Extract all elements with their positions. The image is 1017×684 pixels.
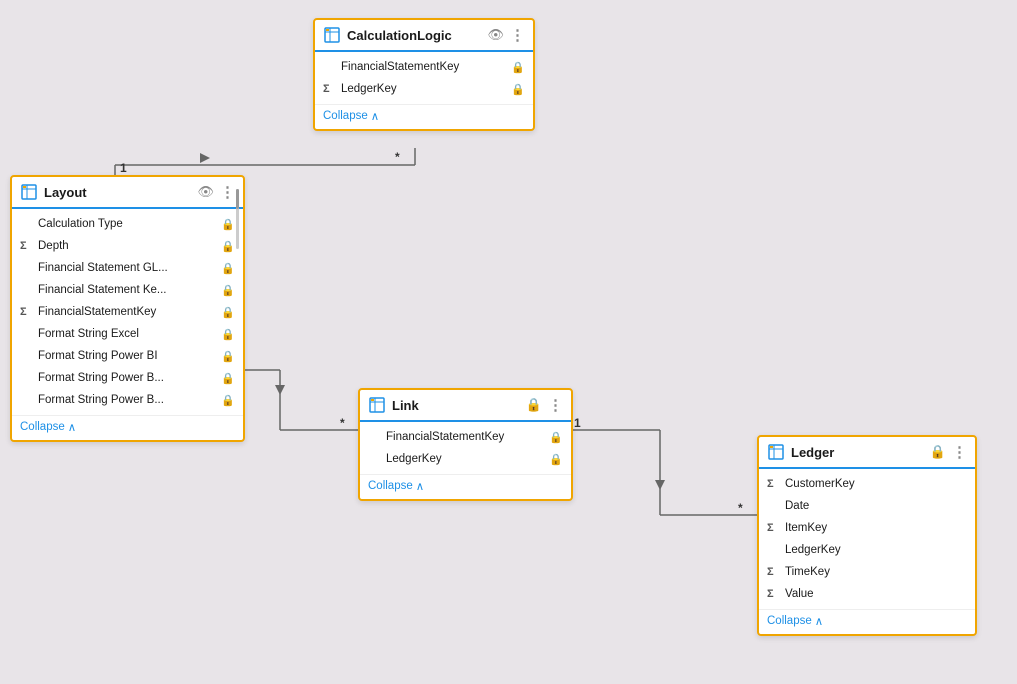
lock-icon-2: 🔒	[511, 83, 525, 96]
entity-link: Link 🔒 ⋮ FinancialStatementKey 🔒 LedgerK…	[358, 388, 573, 501]
eye-icon-link[interactable]: 🔒	[526, 397, 542, 413]
entity-layout: Layout 👁 ⋮ Calculation Type 🔒 Σ Depth 🔒	[10, 175, 245, 442]
cardinality-layout-top: 1	[120, 161, 127, 175]
table-icon-link	[368, 396, 386, 414]
more-icon-calculationlogic[interactable]: ⋮	[510, 26, 525, 44]
field-financialstatementkey-link: FinancialStatementKey 🔒	[360, 426, 571, 448]
entity-link-body: FinancialStatementKey 🔒 LedgerKey 🔒	[360, 422, 571, 474]
lock-icon-link-1: 🔒	[549, 431, 563, 444]
entity-layout-title: Layout	[44, 185, 191, 200]
entity-calculationlogic-header: CalculationLogic 👁 ⋮	[315, 20, 533, 52]
lock-icon-ke: 🔒	[221, 284, 235, 297]
field-format-powerb1: Format String Power B... 🔒	[12, 367, 243, 389]
lock-icon-fpb3: 🔒	[221, 394, 235, 407]
field-name-ledgerkey: LedgerKey	[341, 83, 503, 95]
eye-icon-layout[interactable]: 👁	[197, 184, 214, 200]
header-actions-layout: 👁 ⋮	[197, 183, 235, 201]
cardinality-calc-top: *	[395, 150, 400, 164]
field-depth: Σ Depth 🔒	[12, 235, 243, 257]
more-icon-layout[interactable]: ⋮	[220, 183, 235, 201]
table-icon-ledger	[767, 443, 785, 461]
cardinality-ledger-left: *	[738, 501, 743, 515]
lock-icon-fpb: 🔒	[221, 350, 235, 363]
field-financial-gl: Financial Statement GL... 🔒	[12, 257, 243, 279]
entity-layout-body: Calculation Type 🔒 Σ Depth 🔒 Financial S…	[12, 209, 243, 415]
lock-icon-ct: 🔒	[221, 218, 235, 231]
eye-icon-calculationlogic[interactable]: 👁	[487, 27, 504, 43]
scroll-bar	[236, 189, 239, 209]
field-financialstatementkey-calc: FinancialStatementKey 🔒	[315, 56, 533, 78]
field-ledgerkey-ledger: LedgerKey	[759, 539, 975, 561]
field-prefix-sigma: Σ	[323, 83, 337, 95]
chevron-up-icon-link: ∧	[416, 479, 424, 493]
entity-calculationlogic-body: FinancialStatementKey 🔒 Σ LedgerKey 🔒	[315, 52, 533, 104]
field-name: FinancialStatementKey	[341, 61, 503, 73]
field-value: Σ Value	[759, 583, 975, 605]
table-icon	[323, 26, 341, 44]
field-ledgerkey-calc: Σ LedgerKey 🔒	[315, 78, 533, 100]
entity-ledger-title: Ledger	[791, 445, 924, 460]
chevron-up-icon: ∧	[371, 109, 379, 123]
eye-icon-ledger[interactable]: 🔒	[930, 444, 946, 460]
field-format-powerb2: Format String Power B... 🔒	[12, 389, 243, 411]
cardinality-link-left: *	[340, 416, 345, 430]
more-icon-ledger[interactable]: ⋮	[952, 443, 967, 461]
lock-icon-fsk: 🔒	[221, 306, 235, 319]
field-customerkey: Σ CustomerKey	[759, 473, 975, 495]
field-timekey: Σ TimeKey	[759, 561, 975, 583]
scroll-indicator	[236, 189, 239, 249]
entity-ledger: Ledger 🔒 ⋮ Σ CustomerKey Date Σ ItemKey	[757, 435, 977, 636]
field-format-powerbi: Format String Power BI 🔒	[12, 345, 243, 367]
collapse-layout[interactable]: Collapse ∧	[20, 420, 235, 434]
cardinality-link-right: 1	[574, 416, 581, 430]
field-itemkey: Σ ItemKey	[759, 517, 975, 539]
lock-icon: 🔒	[511, 61, 525, 74]
entity-ledger-body: Σ CustomerKey Date Σ ItemKey LedgerKey Σ	[759, 469, 975, 609]
field-calculation-type: Calculation Type 🔒	[12, 213, 243, 235]
lock-icon-fpb2: 🔒	[221, 372, 235, 385]
entity-link-footer: Collapse ∧	[360, 474, 571, 499]
entity-ledger-header: Ledger 🔒 ⋮	[759, 437, 975, 469]
entity-ledger-footer: Collapse ∧	[759, 609, 975, 634]
table-icon-layout	[20, 183, 38, 201]
header-actions-calculationlogic: 👁 ⋮	[487, 26, 525, 44]
collapse-calculationlogic[interactable]: Collapse ∧	[323, 109, 525, 123]
entity-calculationlogic-footer: Collapse ∧	[315, 104, 533, 129]
header-actions-ledger: 🔒 ⋮	[930, 443, 967, 461]
entity-layout-header: Layout 👁 ⋮	[12, 177, 243, 209]
collapse-ledger[interactable]: Collapse ∧	[767, 614, 967, 628]
entity-calculationlogic: CalculationLogic 👁 ⋮ FinancialStatementK…	[313, 18, 535, 131]
chevron-up-icon-layout: ∧	[68, 420, 76, 434]
field-financial-ke: Financial Statement Ke... 🔒	[12, 279, 243, 301]
field-format-excel: Format String Excel 🔒	[12, 323, 243, 345]
field-ledgerkey-link: LedgerKey 🔒	[360, 448, 571, 470]
entity-link-header: Link 🔒 ⋮	[360, 390, 571, 422]
lock-icon-gl: 🔒	[221, 262, 235, 275]
more-icon-link[interactable]: ⋮	[548, 396, 563, 414]
lock-icon-link-2: 🔒	[549, 453, 563, 466]
lock-icon-fe: 🔒	[221, 328, 235, 341]
entity-calculationlogic-title: CalculationLogic	[347, 28, 481, 43]
collapse-link[interactable]: Collapse ∧	[368, 479, 563, 493]
diagram-canvas: * 1 1 * 1 *	[0, 0, 1017, 684]
entity-layout-footer: Collapse ∧	[12, 415, 243, 440]
header-actions-link: 🔒 ⋮	[526, 396, 563, 414]
field-financialstatementkey-layout: Σ FinancialStatementKey 🔒	[12, 301, 243, 323]
entity-link-title: Link	[392, 398, 520, 413]
field-date: Date	[759, 495, 975, 517]
lock-icon-d: 🔒	[221, 240, 235, 253]
chevron-up-icon-ledger: ∧	[815, 614, 823, 628]
